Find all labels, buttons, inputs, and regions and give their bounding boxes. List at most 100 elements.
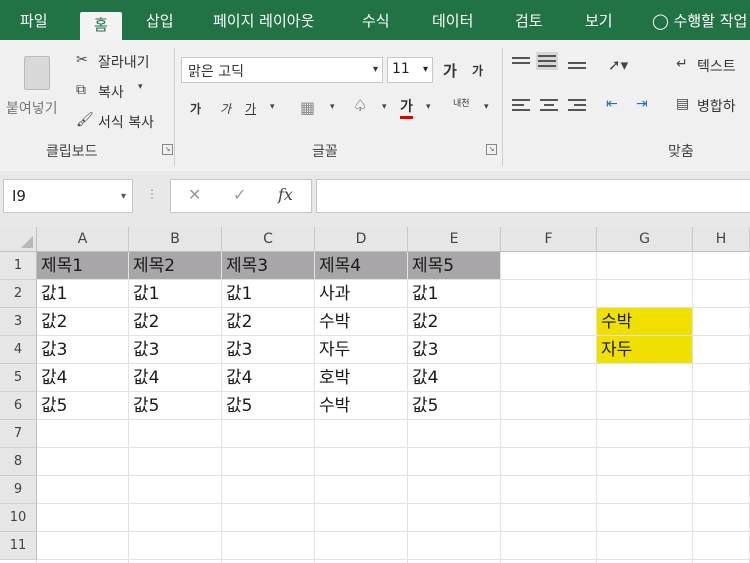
merge-button[interactable]: 병합하	[697, 96, 736, 116]
border-icon[interactable]: ▦	[300, 98, 315, 117]
column-header-e[interactable]: E	[408, 227, 501, 252]
increase-indent-icon[interactable]: ⇥	[636, 96, 648, 112]
row-header-10[interactable]: 10	[0, 504, 37, 532]
align-bottom-button[interactable]	[566, 54, 588, 72]
cell-b2[interactable]: 값1	[129, 280, 222, 308]
decrease-indent-icon[interactable]: ⇤	[606, 96, 618, 112]
cell-e1[interactable]: 제목5	[408, 252, 501, 280]
column-header-c[interactable]: C	[222, 227, 315, 252]
cell-e4[interactable]: 값3	[408, 336, 501, 364]
cell-c6[interactable]: 값5	[222, 392, 315, 420]
tell-me-search[interactable]: ◯ 수행할 작업	[652, 10, 747, 31]
font-size-select[interactable]: 11 ▾	[387, 57, 433, 83]
cell-c5[interactable]: 값4	[222, 364, 315, 392]
column-header-b[interactable]: B	[129, 227, 222, 252]
cell-b1[interactable]: 제목2	[129, 252, 222, 280]
underline-dropdown-icon[interactable]: ▾	[270, 102, 275, 112]
bold-button[interactable]: 가	[190, 100, 201, 117]
row-header-8[interactable]: 8	[0, 448, 37, 476]
align-top-button[interactable]	[510, 54, 532, 72]
cell-e6[interactable]: 값5	[408, 392, 501, 420]
align-left-button[interactable]	[510, 96, 532, 114]
font-launcher-icon[interactable]: ↘	[486, 144, 497, 155]
cell-b4[interactable]: 값3	[129, 336, 222, 364]
underline-button[interactable]: 가	[245, 100, 256, 117]
phonetic-dropdown-icon[interactable]: ▾	[484, 102, 489, 112]
copy-button[interactable]: 복사	[98, 82, 124, 102]
clipboard-launcher-icon[interactable]: ↘	[162, 144, 173, 155]
cell-a3[interactable]: 값2	[37, 308, 129, 336]
grow-font-button[interactable]: 가	[443, 60, 457, 81]
tab-review[interactable]: 검토	[515, 10, 543, 31]
row-header-7[interactable]: 7	[0, 420, 37, 448]
column-header-a[interactable]: A	[37, 227, 129, 252]
column-header-g[interactable]: G	[597, 227, 693, 252]
tab-insert[interactable]: 삽입	[146, 10, 174, 31]
row-header-5[interactable]: 5	[0, 364, 37, 392]
format-painter-button[interactable]: 서식 복사	[98, 112, 154, 132]
cell-e3[interactable]: 값2	[408, 308, 501, 336]
paste-label[interactable]: 붙여넣기	[6, 98, 58, 118]
align-middle-button[interactable]	[536, 52, 558, 70]
copy-dropdown-icon[interactable]: ▾	[138, 82, 143, 92]
cut-button[interactable]: 잘라내기	[98, 52, 150, 72]
cell-a1[interactable]: 제목1	[37, 252, 129, 280]
tab-view[interactable]: 보기	[585, 10, 613, 31]
cell-g3[interactable]: 수박	[597, 308, 693, 336]
row-header-1[interactable]: 1	[0, 252, 37, 280]
row-header-3[interactable]: 3	[0, 308, 37, 336]
cell-a4[interactable]: 값3	[37, 336, 129, 364]
font-color-dropdown-icon[interactable]: ▾	[426, 102, 431, 112]
cell-g4[interactable]: 자두	[597, 336, 693, 364]
align-center-button[interactable]	[538, 96, 560, 114]
cancel-icon[interactable]: ✕	[188, 185, 201, 204]
cell-a5[interactable]: 값4	[37, 364, 129, 392]
column-header-f[interactable]: F	[501, 227, 597, 252]
column-header-d[interactable]: D	[315, 227, 408, 252]
shrink-font-button[interactable]: 가	[472, 62, 483, 79]
tab-file[interactable]: 파일	[20, 10, 48, 31]
cell-b3[interactable]: 값2	[129, 308, 222, 336]
row-header-11[interactable]: 11	[0, 532, 37, 560]
cell-c3[interactable]: 값2	[222, 308, 315, 336]
cell-d4[interactable]: 자두	[315, 336, 408, 364]
cell-a2[interactable]: 값1	[37, 280, 129, 308]
wrap-text-button[interactable]: 텍스트	[697, 56, 736, 76]
align-right-button[interactable]	[566, 96, 588, 114]
formula-input[interactable]	[316, 179, 750, 213]
row-header-4[interactable]: 4	[0, 336, 37, 364]
font-name-select[interactable]: 맑은 고딕 ▾	[181, 57, 383, 83]
orientation-icon[interactable]: ➚▾	[608, 56, 628, 74]
tab-page-layout[interactable]: 페이지 레이아웃	[213, 10, 314, 31]
cell-c2[interactable]: 값1	[222, 280, 315, 308]
fill-color-icon[interactable]: ♤	[353, 96, 367, 115]
italic-button[interactable]: 가	[220, 100, 231, 117]
row-header-6[interactable]: 6	[0, 392, 37, 420]
cell-c1[interactable]: 제목3	[222, 252, 315, 280]
cell-a6[interactable]: 값5	[37, 392, 129, 420]
cell-d1[interactable]: 제목4	[315, 252, 408, 280]
cell-b6[interactable]: 값5	[129, 392, 222, 420]
cell-e2[interactable]: 값1	[408, 280, 501, 308]
name-box[interactable]: I9 ▾	[3, 179, 133, 213]
tab-formulas[interactable]: 수식	[362, 10, 390, 31]
row-header-9[interactable]: 9	[0, 476, 37, 504]
enter-icon[interactable]: ✓	[233, 185, 246, 204]
font-color-button[interactable]: 가	[400, 96, 413, 119]
cell-d2[interactable]: 사과	[315, 280, 408, 308]
tab-data[interactable]: 데이터	[432, 10, 473, 31]
cell-b5[interactable]: 값4	[129, 364, 222, 392]
phonetic-button[interactable]: 내천	[453, 96, 470, 109]
row-header-2[interactable]: 2	[0, 280, 37, 308]
cell-d6[interactable]: 수박	[315, 392, 408, 420]
border-dropdown-icon[interactable]: ▾	[330, 102, 335, 112]
cell-d3[interactable]: 수박	[315, 308, 408, 336]
select-all-button[interactable]	[0, 227, 37, 252]
cell-e5[interactable]: 값4	[408, 364, 501, 392]
cell-d5[interactable]: 호박	[315, 364, 408, 392]
fill-dropdown-icon[interactable]: ▾	[382, 102, 387, 112]
column-header-h[interactable]: H	[693, 227, 750, 252]
insert-function-button[interactable]: fx	[278, 185, 293, 204]
cell-c4[interactable]: 값3	[222, 336, 315, 364]
paste-button[interactable]	[18, 52, 62, 100]
